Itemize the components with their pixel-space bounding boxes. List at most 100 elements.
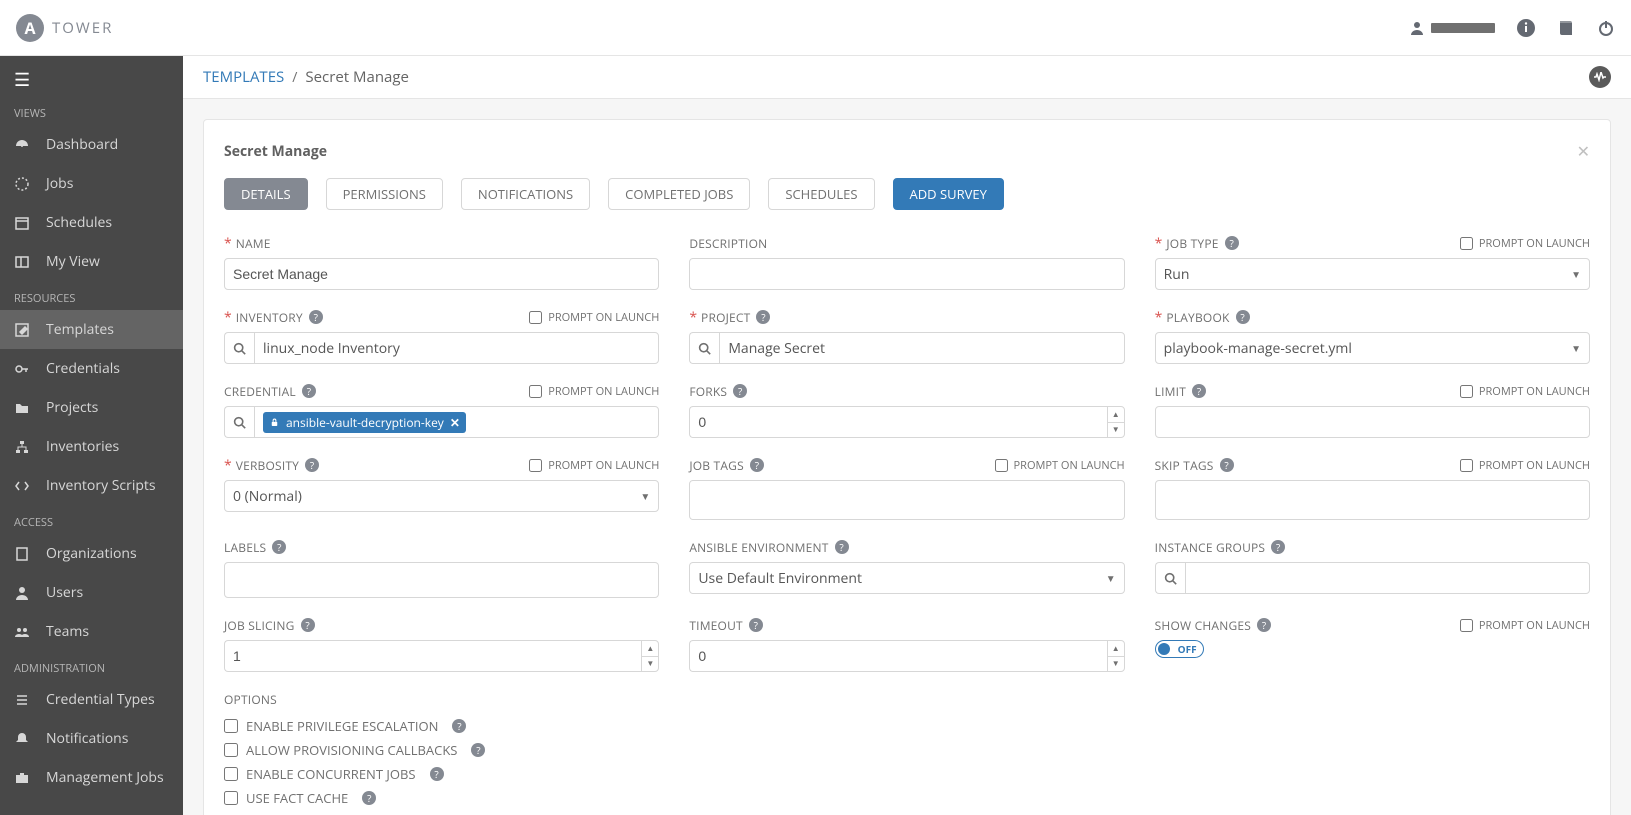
sidebar-item-dashboard[interactable]: Dashboard — [0, 125, 183, 164]
sidebar-item-credential-types[interactable]: Credential Types — [0, 680, 183, 719]
field-instance-groups: INSTANCE GROUPS? — [1155, 538, 1590, 598]
help-icon[interactable]: ? — [362, 791, 376, 805]
info-icon[interactable] — [1517, 19, 1535, 37]
job-slicing-input[interactable] — [224, 640, 641, 672]
prompt-inventory-checkbox[interactable] — [529, 311, 542, 324]
help-icon[interactable]: ? — [1225, 236, 1239, 250]
help-icon[interactable]: ? — [756, 310, 770, 324]
tab-permissions[interactable]: PERMISSIONS — [326, 178, 443, 210]
sidebar-item-inventory-scripts[interactable]: Inventory Scripts — [0, 466, 183, 505]
prompt-job-tags-checkbox[interactable] — [995, 459, 1008, 472]
sidebar-item-label: Management Jobs — [46, 768, 164, 787]
sidebar-item-templates[interactable]: Templates — [0, 310, 183, 349]
option-provisioning-callbacks-checkbox[interactable] — [224, 743, 238, 757]
breadcrumb-root[interactable]: TEMPLATES — [203, 67, 284, 87]
inventory-lookup-button[interactable] — [224, 332, 254, 364]
spinner-down-icon[interactable]: ▼ — [642, 657, 658, 672]
help-icon[interactable]: ? — [749, 618, 763, 632]
help-icon[interactable]: ? — [305, 458, 319, 472]
help-icon[interactable]: ? — [452, 719, 466, 733]
help-icon[interactable]: ? — [471, 743, 485, 757]
spinner-up-icon[interactable]: ▲ — [642, 641, 658, 657]
project-input[interactable]: Manage Secret — [719, 332, 1124, 364]
credential-lookup-button[interactable] — [224, 406, 254, 438]
timeout-input[interactable] — [689, 640, 1106, 672]
option-concurrent-jobs-checkbox[interactable] — [224, 767, 238, 781]
credential-chip: ansible-vault-decryption-key ✕ — [263, 412, 466, 433]
spinner-down-icon[interactable]: ▼ — [1108, 657, 1124, 672]
project-lookup-button[interactable] — [689, 332, 719, 364]
breadcrumb: TEMPLATES / Secret Manage — [183, 56, 1631, 99]
playbook-select[interactable]: playbook-manage-secret.yml▼ — [1155, 332, 1590, 364]
tab-details[interactable]: DETAILS — [224, 178, 308, 210]
sidebar-item-projects[interactable]: Projects — [0, 388, 183, 427]
sidebar-item-credentials[interactable]: Credentials — [0, 349, 183, 388]
sidebar-item-users[interactable]: Users — [0, 573, 183, 612]
name-input[interactable] — [224, 258, 659, 290]
labels-input[interactable] — [224, 562, 659, 598]
help-icon[interactable]: ? — [301, 618, 315, 632]
sidebar-item-organizations[interactable]: Organizations — [0, 534, 183, 573]
sitemap-icon — [14, 439, 32, 455]
activity-stream-icon[interactable] — [1589, 66, 1611, 88]
help-icon[interactable]: ? — [1271, 540, 1285, 554]
description-input[interactable] — [689, 258, 1124, 290]
help-icon[interactable]: ? — [733, 384, 747, 398]
instance-groups-input[interactable] — [1185, 562, 1590, 594]
sidebar-item-jobs[interactable]: Jobs — [0, 164, 183, 203]
tab-add-survey[interactable]: ADD SURVEY — [893, 178, 1004, 210]
option-fact-cache-checkbox[interactable] — [224, 791, 238, 805]
limit-input[interactable] — [1155, 406, 1590, 438]
user-menu[interactable] — [1409, 20, 1495, 36]
tab-notifications[interactable]: NOTIFICATIONS — [461, 178, 590, 210]
sidebar-item-schedules[interactable]: Schedules — [0, 203, 183, 242]
instance-groups-lookup-button[interactable] — [1155, 562, 1185, 594]
tab-schedules[interactable]: SCHEDULES — [768, 178, 874, 210]
option-privilege-escalation-checkbox[interactable] — [224, 719, 238, 733]
sidebar-item-myview[interactable]: My View — [0, 242, 183, 281]
prompt-limit-checkbox[interactable] — [1460, 385, 1473, 398]
spinner-down-icon[interactable]: ▼ — [1108, 423, 1124, 438]
help-icon[interactable]: ? — [1236, 310, 1250, 324]
verbosity-select[interactable]: 0 (Normal)▼ — [224, 480, 659, 512]
menu-toggle-icon[interactable]: ☰ — [0, 56, 183, 96]
spinner-up-icon[interactable]: ▲ — [1108, 641, 1124, 657]
sidebar-item-management-jobs[interactable]: Management Jobs — [0, 758, 183, 797]
sidebar-item-label: Credential Types — [46, 690, 155, 709]
prompt-job-type-checkbox[interactable] — [1460, 237, 1473, 250]
help-icon[interactable]: ? — [1220, 458, 1234, 472]
prompt-show-changes-checkbox[interactable] — [1460, 619, 1473, 632]
show-changes-toggle[interactable]: OFF — [1155, 640, 1204, 658]
chip-remove-icon[interactable]: ✕ — [450, 414, 460, 431]
docs-icon[interactable] — [1557, 19, 1575, 37]
ansible-env-select[interactable]: Use Default Environment▼ — [689, 562, 1124, 594]
sidebar-item-inventories[interactable]: Inventories — [0, 427, 183, 466]
help-icon[interactable]: ? — [835, 540, 849, 554]
help-icon[interactable]: ? — [302, 384, 316, 398]
help-icon[interactable]: ? — [272, 540, 286, 554]
help-icon[interactable]: ? — [1257, 618, 1271, 632]
templates-icon — [14, 322, 32, 338]
job-tags-input[interactable] — [689, 480, 1124, 520]
power-icon[interactable] — [1597, 19, 1615, 37]
credential-input[interactable]: ansible-vault-decryption-key ✕ — [254, 406, 659, 438]
building-icon — [14, 546, 32, 562]
help-icon[interactable]: ? — [1192, 384, 1206, 398]
prompt-verbosity-checkbox[interactable] — [529, 459, 542, 472]
close-icon[interactable]: ✕ — [1577, 140, 1590, 162]
sidebar-item-teams[interactable]: Teams — [0, 612, 183, 651]
spinner-up-icon[interactable]: ▲ — [1108, 407, 1124, 423]
tab-completed-jobs[interactable]: COMPLETED JOBS — [608, 178, 750, 210]
job-type-select[interactable]: Run▼ — [1155, 258, 1590, 290]
prompt-credential-checkbox[interactable] — [529, 385, 542, 398]
breadcrumb-sep: / — [292, 68, 297, 87]
inventory-input[interactable]: linux_node Inventory — [254, 332, 659, 364]
prompt-skip-tags-checkbox[interactable] — [1460, 459, 1473, 472]
skip-tags-input[interactable] — [1155, 480, 1590, 520]
forks-input[interactable] — [689, 406, 1106, 438]
help-icon[interactable]: ? — [309, 310, 323, 324]
user-icon — [14, 585, 32, 601]
help-icon[interactable]: ? — [430, 767, 444, 781]
sidebar-item-notifications[interactable]: Notifications — [0, 719, 183, 758]
help-icon[interactable]: ? — [750, 458, 764, 472]
